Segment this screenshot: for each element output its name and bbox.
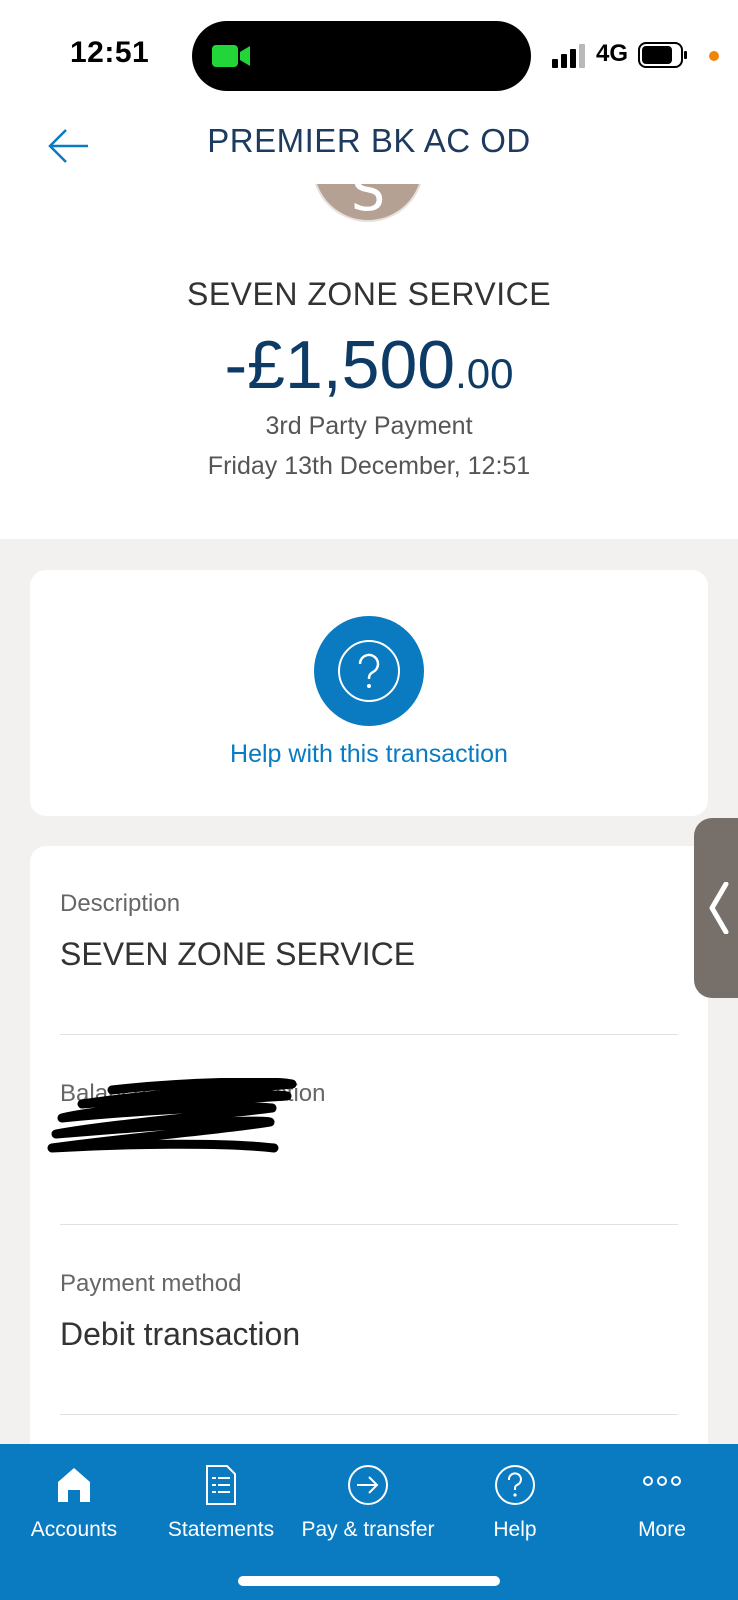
nav-label: Accounts xyxy=(30,1518,118,1541)
help-card[interactable]: Help with this transaction xyxy=(30,570,708,816)
amount-minor: .00 xyxy=(455,350,514,397)
nav-help[interactable]: Help xyxy=(441,1444,589,1564)
avatar-initial: S xyxy=(350,184,386,223)
nav-statements[interactable]: Statements xyxy=(147,1444,295,1564)
chevron-left-icon xyxy=(709,882,729,934)
transaction-amount: -£1,500.00 xyxy=(0,326,738,404)
payment-method-value: Debit transaction xyxy=(60,1316,301,1352)
nav-label: More xyxy=(638,1518,686,1541)
more-dots-icon xyxy=(643,1476,681,1486)
divider xyxy=(60,1224,678,1225)
help-link[interactable]: Help with this transaction xyxy=(30,740,708,769)
description-field: Description SEVEN ZONE SERVICE xyxy=(60,890,678,973)
battery-icon xyxy=(638,42,687,68)
redaction-scribble xyxy=(47,1078,297,1153)
transaction-datetime: Friday 13th December, 12:51 xyxy=(207,452,531,480)
side-drawer-handle[interactable] xyxy=(694,818,738,998)
nav-label: Pay & transfer xyxy=(301,1518,435,1541)
nav-more[interactable]: More xyxy=(588,1444,736,1564)
merchant-name: SEVEN ZONE SERVICE xyxy=(186,276,552,312)
divider xyxy=(60,1034,678,1035)
header: PREMIER BK AC OD xyxy=(0,110,738,184)
nav-accounts[interactable]: Accounts xyxy=(0,1444,148,1564)
question-circle-icon xyxy=(338,640,400,702)
document-icon xyxy=(206,1465,236,1505)
question-circle-icon xyxy=(495,1465,535,1505)
status-bar: 12:51 4G xyxy=(0,0,738,110)
home-indicator[interactable] xyxy=(238,1576,500,1586)
payment-type: 3rd Party Payment xyxy=(265,412,473,440)
description-value: SEVEN ZONE SERVICE xyxy=(60,936,416,972)
video-camera-icon xyxy=(212,45,250,67)
signal-icon xyxy=(552,44,585,68)
merchant-avatar: S xyxy=(312,184,424,223)
page-title: PREMIER BK AC OD xyxy=(207,122,531,159)
status-time: 12:51 xyxy=(70,36,150,69)
divider xyxy=(60,1414,678,1415)
amount-major: -£1,500 xyxy=(224,327,456,403)
balance-field: Balance after transaction xyxy=(47,1078,678,1200)
help-button[interactable] xyxy=(314,616,424,726)
dynamic-island xyxy=(192,21,531,91)
payment-method-label: Payment method xyxy=(60,1270,242,1297)
nav-label: Help xyxy=(493,1518,537,1541)
nav-pay-transfer[interactable]: Pay & transfer xyxy=(294,1444,442,1564)
payment-method-field: Payment method Debit transaction xyxy=(60,1270,678,1353)
transaction-summary: S SEVEN ZONE SERVICE -£1,500.00 3rd Part… xyxy=(0,184,738,539)
recording-indicator xyxy=(709,51,719,61)
arrow-circle-icon xyxy=(348,1465,388,1505)
description-label: Description xyxy=(60,890,181,917)
network-label: 4G xyxy=(596,40,629,67)
home-icon xyxy=(58,1468,90,1502)
nav-label: Statements xyxy=(167,1518,275,1541)
